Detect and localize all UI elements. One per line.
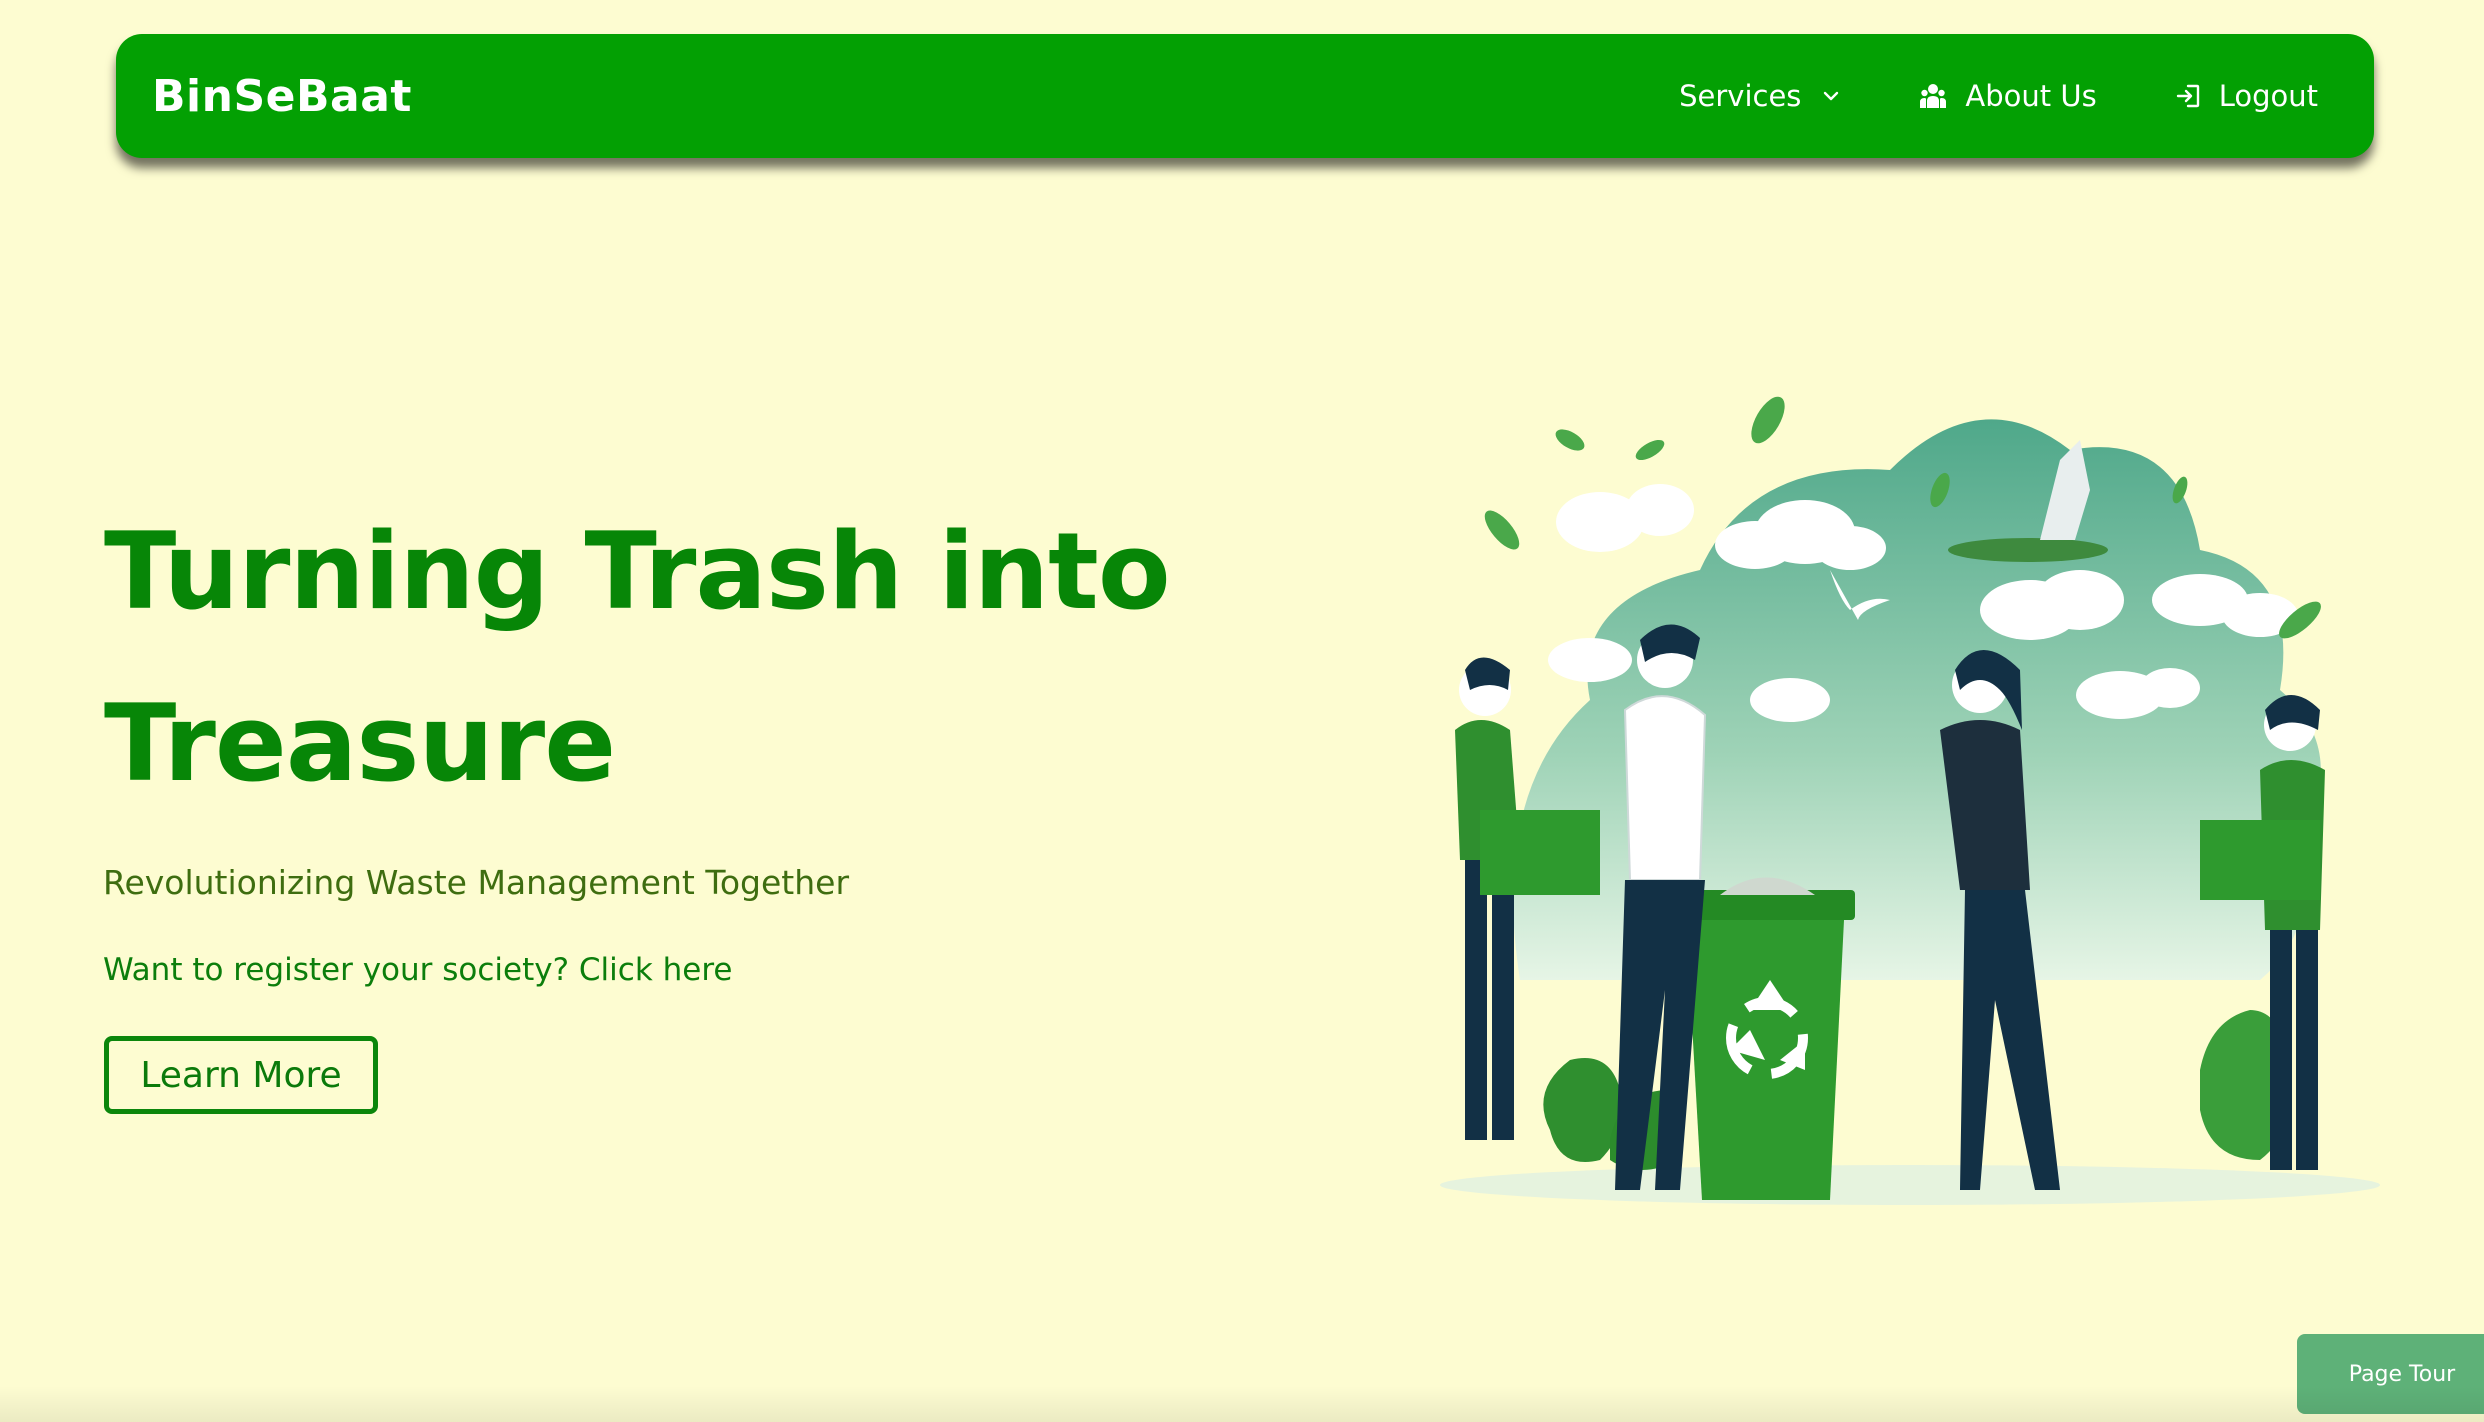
about-us-link[interactable]: About Us	[1919, 79, 2097, 113]
people-icon	[1919, 83, 1947, 109]
navbar: BinSeBaat Services About Us Logout	[116, 34, 2374, 158]
bottom-shadow	[0, 1386, 2484, 1422]
chevron-down-icon	[1823, 91, 1839, 101]
services-label: Services	[1679, 79, 1802, 113]
login-icon	[2175, 83, 2201, 109]
about-us-label: About Us	[1965, 79, 2097, 113]
logout-link[interactable]: Logout	[2175, 79, 2318, 113]
register-society-link[interactable]: Want to register your society? Click her…	[103, 952, 733, 988]
learn-more-button[interactable]: Learn More	[104, 1036, 378, 1114]
brand-logo[interactable]: BinSeBaat	[152, 71, 412, 122]
hero-title: Turning Trash into Treasure	[104, 510, 1171, 805]
services-dropdown[interactable]: Services	[1679, 79, 1839, 113]
nav-links: Services About Us Logout	[1679, 79, 2318, 113]
logout-label: Logout	[2218, 79, 2318, 113]
recycling-illustration	[1420, 370, 2400, 1250]
hero-subtitle: Revolutionizing Waste Management Togethe…	[103, 863, 850, 902]
